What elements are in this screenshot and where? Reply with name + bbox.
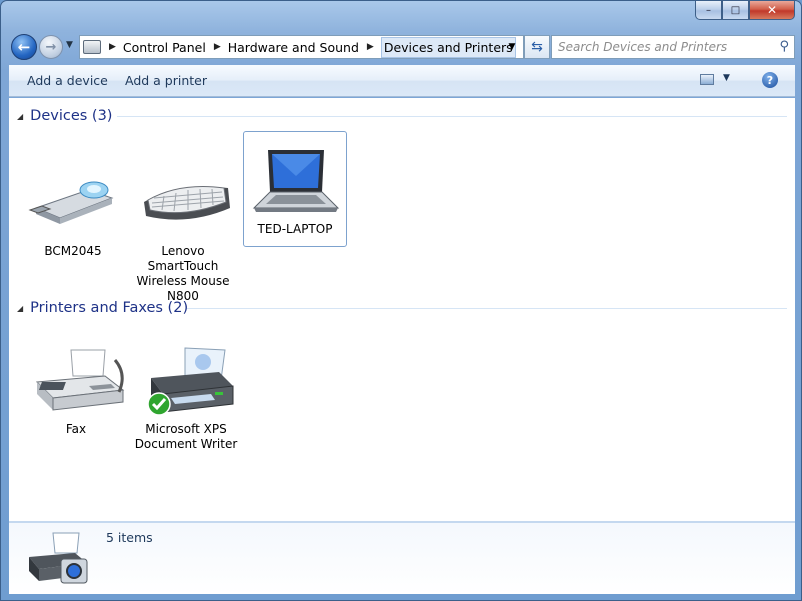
add-printer-button[interactable]: Add a printer [125,73,207,88]
navigation-bar: ← → ▼ ▶ Control Panel ▶ Hardware and Sou… [9,34,795,60]
default-checkmark-icon [147,392,171,416]
control-panel-icon [83,40,101,54]
group-header-devices[interactable]: ◢ Devices (3) [17,106,787,126]
window: – □ ✕ ← → ▼ ▶ Control Panel ▶ Hardware a… [0,0,802,601]
back-button[interactable]: ← [11,34,37,60]
group-header-printers[interactable]: ◢ Printers and Faxes (2) [17,298,787,318]
printer-label: Fax [65,422,87,436]
collapse-triangle-icon[interactable]: ◢ [17,112,23,121]
back-arrow-icon: ← [17,38,31,56]
breadcrumb-hardware-and-sound[interactable]: Hardware and Sound [228,40,359,55]
device-item[interactable]: BCM2045 [21,168,125,259]
command-bar: Add a device Add a printer ▼ ? [9,65,795,97]
device-label: TED-LAPTOP [257,222,333,236]
refresh-button[interactable]: ⇆ [524,35,550,59]
forward-arrow-icon: → [45,39,57,55]
printer-icon [141,346,234,422]
add-device-button[interactable]: Add a device [27,73,108,88]
address-bar[interactable]: ▶ Control Panel ▶ Hardware and Sound ▶ D… [79,35,524,59]
maximize-button[interactable]: □ [722,1,749,20]
breadcrumb-separator-icon[interactable]: ▶ [214,42,221,52]
keyboard-icon [138,168,230,244]
laptop-icon [250,146,340,222]
change-view-icon[interactable] [700,74,714,85]
view-options-dropdown-icon[interactable]: ▼ [723,73,730,83]
device-label: Lenovo SmartTouch Wireless Mouse N800 [136,244,230,303]
device-label: BCM2045 [44,244,102,258]
printer-item-default[interactable]: Microsoft XPS Document Writer [134,346,238,452]
device-item[interactable]: Lenovo SmartTouch Wireless Mouse N800 [131,168,235,304]
refresh-icon: ⇆ [531,39,543,55]
search-placeholder: Search Devices and Printers [558,40,728,54]
details-pane: 5 items [9,521,795,594]
breadcrumb-separator-icon[interactable]: ▶ [109,42,116,52]
breadcrumb-control-panel[interactable]: Control Panel [123,40,206,55]
printer-label: Microsoft XPS Document Writer [134,422,238,451]
device-item-selected[interactable]: TED-LAPTOP [243,131,347,247]
recent-pages-dropdown[interactable]: ▼ [66,40,73,50]
search-icon[interactable]: ⚲ [779,39,789,54]
group-title: Printers and Faxes (2) [30,300,189,316]
group-title: Devices (3) [30,108,113,124]
breadcrumb-separator-icon[interactable]: ▶ [367,42,374,52]
devices-list: ◢ Devices (3) BCM2045 Lenovo SmartTouch … [9,98,795,521]
fax-icon [31,346,125,422]
close-button[interactable]: ✕ [749,1,795,20]
devices-printers-icon [25,529,93,589]
group-divider [117,116,787,117]
forward-button[interactable]: → [39,35,63,59]
collapse-triangle-icon[interactable]: ◢ [17,304,23,313]
breadcrumb-devices-and-printers[interactable]: Devices and Printers [380,36,516,58]
search-input[interactable]: Search Devices and Printers ⚲ [551,35,795,59]
title-bar[interactable]: – □ ✕ [1,1,801,31]
caption-buttons: – □ ✕ [695,1,795,20]
printer-item[interactable]: Fax [24,346,128,437]
minimize-button[interactable]: – [695,1,722,20]
address-dropdown-icon[interactable]: ▼ [501,36,523,58]
item-count: 5 items [106,530,153,545]
usb-dongle-icon [28,168,118,244]
help-icon[interactable]: ? [762,72,778,88]
group-divider [187,308,787,309]
